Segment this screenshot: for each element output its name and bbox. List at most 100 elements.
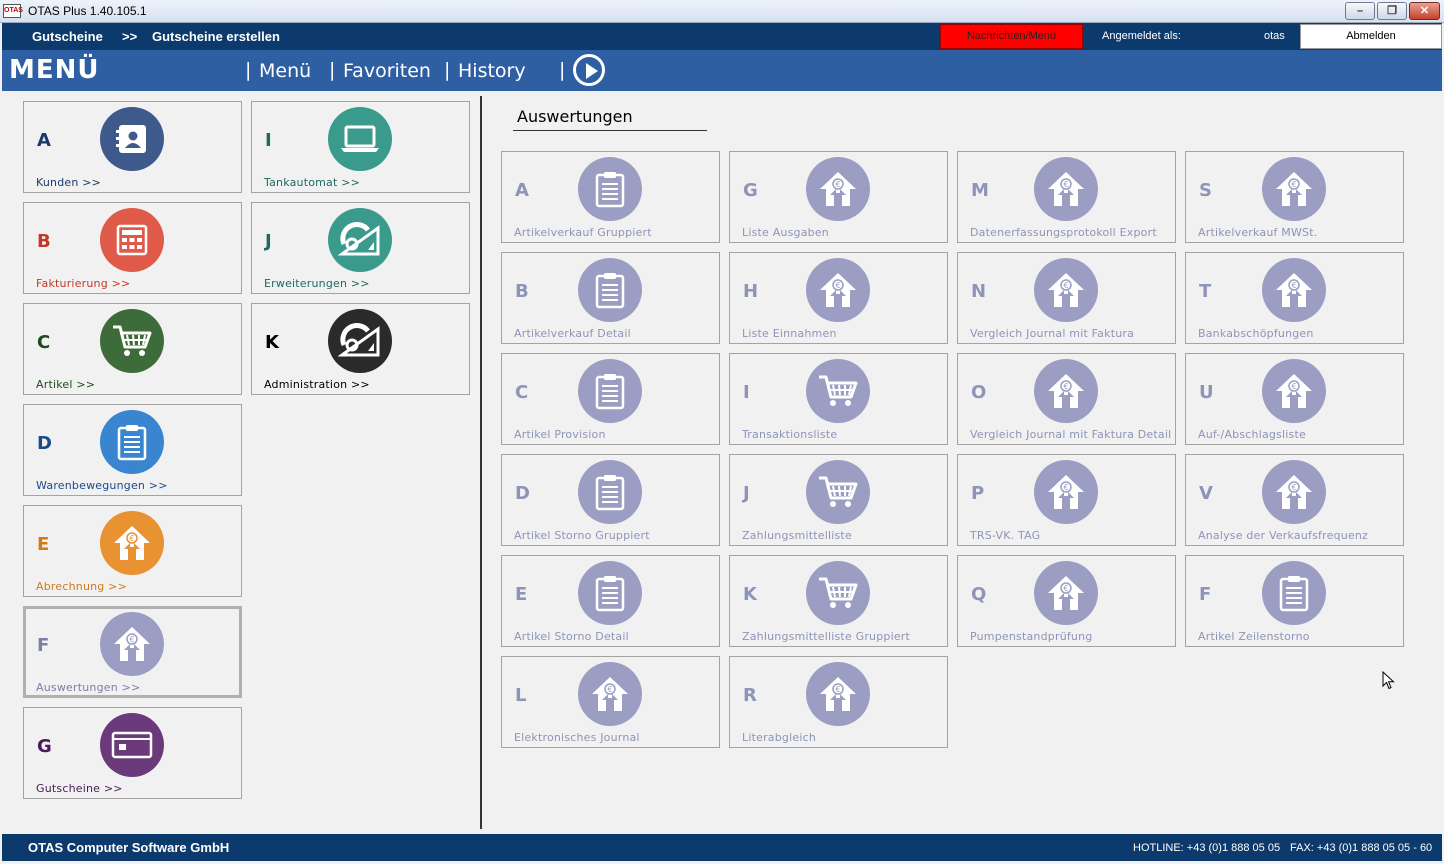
logged-in-label: Angemeldet als:: [1102, 30, 1181, 42]
nav-link-favorites[interactable]: Favoriten: [343, 60, 431, 82]
report-tile-zahlungsmittelliste[interactable]: J Zahlungsmittelliste: [729, 454, 948, 546]
report-tile-datenerfassungsprotokoll-export[interactable]: M € Datenerfassungsprotokoll Export: [957, 151, 1176, 243]
nav-separator: |: [245, 59, 252, 81]
report-tile-elektronisches-journal[interactable]: L € Elektronisches Journal: [501, 656, 720, 748]
cart-icon: [806, 460, 870, 524]
menu-tile-fakturierung[interactable]: B Fakturierung >>: [23, 202, 242, 294]
fax: FAX: +43 (0)1 888 05 05 - 60: [1290, 842, 1433, 854]
money-house-icon: €: [806, 258, 870, 322]
report-tile-vergleich-journal-mit-faktura-detail[interactable]: O € Vergleich Journal mit Faktura Detail: [957, 353, 1176, 445]
money-house-icon: €: [100, 511, 164, 575]
clipboard-icon: [578, 359, 642, 423]
report-tile-artikelverkauf-detail[interactable]: B Artikelverkauf Detail: [501, 252, 720, 344]
svg-text:€: €: [1063, 584, 1068, 593]
money-house-icon: €: [1262, 157, 1326, 221]
nav-separator: |: [329, 59, 336, 81]
contact-card-icon: [100, 107, 164, 171]
menu-tile-administration[interactable]: K Administration >>: [251, 303, 470, 395]
breadcrumb-separator: >>: [122, 29, 138, 44]
money-house-icon: €: [1262, 460, 1326, 524]
report-tile-artikel-zeilenstorno[interactable]: F Artikel Zeilenstorno: [1185, 555, 1404, 647]
panel-divider: [480, 96, 482, 829]
tile-letter: B: [515, 281, 529, 302]
report-tile-artikel-storno-gruppiert[interactable]: D Artikel Storno Gruppiert: [501, 454, 720, 546]
protractor-icon: [328, 309, 392, 373]
report-tile-liste-einnahmen[interactable]: H € Liste Einnahmen: [729, 252, 948, 344]
report-tile-liste-ausgaben[interactable]: G € Liste Ausgaben: [729, 151, 948, 243]
menu-tile-artikel[interactable]: C Artikel >>: [23, 303, 242, 395]
tile-letter: G: [743, 180, 758, 201]
report-tile-artikelverkauf-gruppiert[interactable]: A Artikelverkauf Gruppiert: [501, 151, 720, 243]
report-tile-artikel-provision[interactable]: C Artikel Provision: [501, 353, 720, 445]
menu-tile-kunden[interactable]: A Kunden >>: [23, 101, 242, 193]
mouse-cursor-icon: [1382, 671, 1395, 690]
play-icon[interactable]: [573, 54, 605, 86]
close-button[interactable]: ✕: [1409, 2, 1440, 20]
tile-label: Artikelverkauf Gruppiert: [514, 226, 652, 239]
menu-tile-tankautomat[interactable]: I Tankautomat >>: [251, 101, 470, 193]
breadcrumb-item[interactable]: Gutscheine: [32, 29, 103, 44]
report-tile-pumpenstandpr-fung[interactable]: Q € Pumpenstandprüfung: [957, 555, 1176, 647]
tile-label: Literabgleich: [742, 731, 816, 744]
tile-label: Transaktionsliste: [742, 428, 838, 441]
nav-link-menu[interactable]: Menü: [259, 60, 311, 82]
tile-letter: O: [971, 382, 987, 403]
app-logo-icon: OTAS: [3, 4, 23, 18]
tile-label: Fakturierung >>: [36, 277, 131, 290]
tile-label: Artikel Provision: [514, 428, 606, 441]
section-title: Auswertungen: [517, 107, 633, 126]
tile-label: Tankautomat >>: [264, 176, 361, 189]
minimize-button[interactable]: –: [1345, 2, 1375, 20]
tile-label: Artikel Zeilenstorno: [1198, 630, 1310, 643]
menu-tile-gutscheine[interactable]: G Gutscheine >>: [23, 707, 242, 799]
tile-letter: V: [1199, 483, 1213, 504]
svg-text:€: €: [129, 534, 134, 543]
menu-tile-abrechnung[interactable]: E € Abrechnung >>: [23, 505, 242, 597]
window-title-bar: OTAS OTAS Plus 1.40.105.1 – ❐ ✕: [0, 0, 1444, 23]
tile-letter: D: [37, 433, 52, 454]
menu-tile-auswertungen[interactable]: F € Auswertungen >>: [23, 606, 242, 698]
logout-button[interactable]: Abmelden: [1300, 24, 1442, 49]
report-tile-bankabsch-pfungen[interactable]: T € Bankabschöpfungen: [1185, 252, 1404, 344]
clipboard-icon: [578, 258, 642, 322]
tile-letter: E: [515, 584, 528, 605]
report-tile-transaktionsliste[interactable]: I Transaktionsliste: [729, 353, 948, 445]
report-tile-artikelverkauf-mwst-[interactable]: S € Artikelverkauf MWSt.: [1185, 151, 1404, 243]
money-house-icon: €: [578, 662, 642, 726]
report-tile-zahlungsmittelliste-gruppiert[interactable]: K Zahlungsmittelliste Gruppiert: [729, 555, 948, 647]
report-tile-analyse-der-verkaufsfrequenz[interactable]: V € Analyse der Verkaufsfrequenz: [1185, 454, 1404, 546]
report-tile-literabgleich[interactable]: R € Literabgleich: [729, 656, 948, 748]
svg-text:€: €: [129, 635, 134, 644]
menu-tile-erweiterungen[interactable]: J Erweiterungen >>: [251, 202, 470, 294]
tile-letter: F: [37, 635, 50, 656]
money-house-icon: €: [1034, 157, 1098, 221]
money-house-icon: €: [1262, 258, 1326, 322]
tile-label: Elektronisches Journal: [514, 731, 640, 744]
menu-tile-warenbewegungen[interactable]: D Warenbewegungen >>: [23, 404, 242, 496]
clipboard-icon: [578, 157, 642, 221]
tile-letter: J: [743, 483, 750, 504]
tile-letter: A: [37, 130, 51, 151]
nav-link-history[interactable]: History: [458, 60, 526, 82]
tile-letter: G: [37, 736, 52, 757]
tile-label: Artikel Storno Gruppiert: [514, 529, 650, 542]
tile-label: Liste Einnahmen: [742, 327, 837, 340]
report-tile-auf-abschlagsliste[interactable]: U € Auf-/Abschlagsliste: [1185, 353, 1404, 445]
report-tile-artikel-storno-detail[interactable]: E Artikel Storno Detail: [501, 555, 720, 647]
tile-letter: F: [1199, 584, 1212, 605]
tile-label: Zahlungsmittelliste: [742, 529, 852, 542]
svg-text:€: €: [1291, 483, 1296, 492]
money-house-icon: €: [1034, 561, 1098, 625]
tile-letter: I: [265, 130, 272, 151]
cart-icon: [806, 561, 870, 625]
svg-text:€: €: [835, 281, 840, 290]
tile-letter: D: [515, 483, 530, 504]
tile-letter: M: [971, 180, 989, 201]
restore-button[interactable]: ❐: [1377, 2, 1407, 20]
report-tile-vergleich-journal-mit-faktura[interactable]: N € Vergleich Journal mit Faktura: [957, 252, 1176, 344]
tile-label: Artikelverkauf MWSt.: [1198, 226, 1318, 239]
messages-button[interactable]: Nachrichten/Menü: [940, 24, 1083, 49]
report-tile-trs-vk-tag[interactable]: P € TRS-VK. TAG: [957, 454, 1176, 546]
money-house-icon: €: [1262, 359, 1326, 423]
tile-label: Auswertungen >>: [36, 681, 141, 694]
